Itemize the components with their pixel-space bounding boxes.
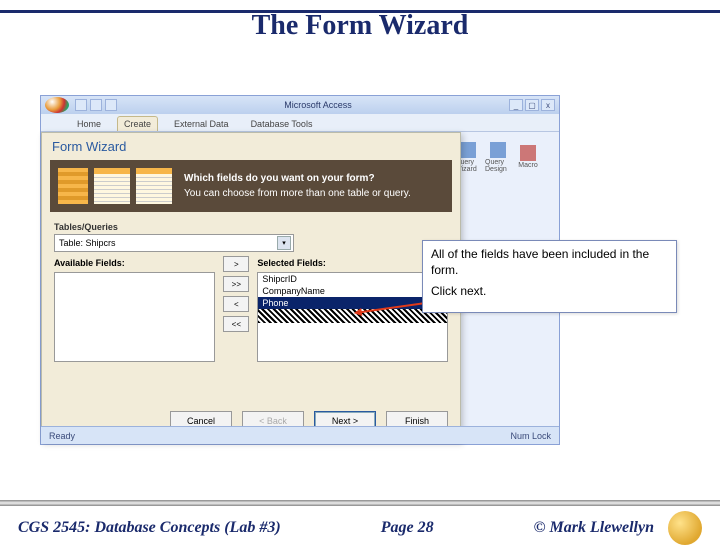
- footer-page: Page 28: [381, 519, 434, 537]
- macro-icon: [520, 145, 536, 161]
- footer-course: CGS 2545: Database Concepts (Lab #3): [18, 519, 281, 537]
- statusbar: Ready Num Lock: [41, 426, 559, 444]
- maximize-button[interactable]: ▢: [525, 99, 539, 111]
- add-all-fields-button[interactable]: >>: [223, 276, 249, 292]
- combo-value: Table: Shipcrs: [59, 238, 116, 248]
- list-item[interactable]: CompanyName: [258, 285, 447, 297]
- qat-undo-icon[interactable]: [90, 99, 102, 111]
- callout-line-1: All of the fields have been included in …: [431, 247, 668, 278]
- available-fields-label: Available Fields:: [54, 254, 215, 272]
- close-button[interactable]: x: [541, 99, 555, 111]
- ribbon-macro[interactable]: Macro: [515, 145, 541, 169]
- slide-title: The Form Wizard: [0, 10, 720, 42]
- qat-redo-icon[interactable]: [105, 99, 117, 111]
- office-button-icon[interactable]: [45, 97, 69, 113]
- available-fields-listbox[interactable]: [54, 272, 215, 362]
- callout-box: All of the fields have been included in …: [422, 240, 677, 313]
- ribbon-query-design[interactable]: Query Design: [485, 142, 511, 173]
- wizard-hint: You can choose from more than one table …: [184, 188, 444, 199]
- tab-home[interactable]: Home: [71, 117, 107, 131]
- tab-create[interactable]: Create: [117, 116, 158, 131]
- selected-fields-label: Selected Fields:: [257, 254, 448, 272]
- remove-field-button[interactable]: <: [223, 296, 249, 312]
- add-field-button[interactable]: >: [223, 256, 249, 272]
- tab-external-data[interactable]: External Data: [168, 117, 235, 131]
- tab-database-tools[interactable]: Database Tools: [245, 117, 319, 131]
- wizard-graphic-icon: [58, 168, 172, 204]
- tables-queries-label: Tables/Queries: [42, 216, 460, 234]
- tables-queries-combo[interactable]: Table: Shipcrs ▾: [54, 234, 294, 252]
- wizard-header: Which fields do you want on your form? Y…: [50, 160, 452, 212]
- quick-access-toolbar: [75, 99, 117, 111]
- form-wizard-dialog: Form Wizard Which fields do you want on …: [41, 132, 461, 442]
- slide-top-border: [0, 10, 720, 13]
- query-design-icon: [490, 142, 506, 158]
- remove-all-fields-button[interactable]: <<: [223, 316, 249, 332]
- list-item[interactable]: ShipcrID: [258, 273, 447, 285]
- status-numlock: Num Lock: [510, 431, 551, 441]
- query-wizard-icon: [460, 142, 476, 158]
- slide-footer: CGS 2545: Database Concepts (Lab #3) Pag…: [0, 506, 720, 550]
- callout-line-2: Click next.: [431, 284, 668, 300]
- status-ready: Ready: [49, 431, 75, 441]
- app-name: Microsoft Access: [127, 100, 509, 110]
- chevron-down-icon[interactable]: ▾: [277, 236, 291, 250]
- wizard-question: Which fields do you want on your form?: [184, 173, 444, 184]
- ribbon-tabs: Home Create External Data Database Tools: [41, 114, 559, 132]
- field-move-buttons: > >> < <<: [223, 254, 249, 362]
- footer-author: © Mark Llewellyn: [534, 519, 654, 537]
- titlebar: Microsoft Access _ ▢ x: [41, 96, 559, 114]
- wizard-title: Form Wizard: [42, 133, 460, 156]
- minimize-button[interactable]: _: [509, 99, 523, 111]
- qat-save-icon[interactable]: [75, 99, 87, 111]
